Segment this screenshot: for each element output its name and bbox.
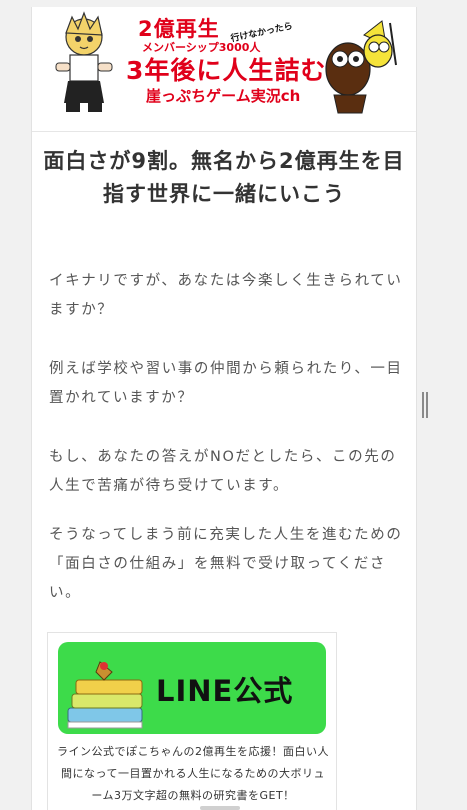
character-right-illustration <box>325 20 397 114</box>
intro-paragraph-1: イキナリですが、あなたは今楽しく生きられていますか？ <box>49 273 403 318</box>
banner-channel-name: 崖っぷちゲーム実況ch <box>146 87 301 105</box>
intro-paragraph-3: もし、あなたの答えがNOだとしたら、この先の人生で苦痛が待ち受けています。 <box>49 449 397 494</box>
banner-main-slogan: 3年後に人生詰む <box>126 56 327 85</box>
intro-paragraph-4: そうなってしまう前に充実した人生を進むための「面白さの仕組み」を無料で受け取って… <box>49 527 403 601</box>
header-banner[interactable]: 2億再生 行けなかったら メンバーシップ3000人 3年後に人生詰む 崖っぷちゲ… <box>50 9 400 117</box>
header-divider <box>32 131 416 132</box>
books-icon <box>67 661 143 729</box>
panel-resize-handle[interactable] <box>422 392 430 418</box>
line-official-button[interactable]: LINE公式 <box>58 642 326 734</box>
page-content: 2億再生 行けなかったら メンバーシップ3000人 3年後に人生詰む 崖っぷちゲ… <box>31 7 417 810</box>
line-official-card: LINE公式 ライン公式でぽこちゃんの2億再生を応援！面白い人間になって一目置か… <box>47 632 337 810</box>
bottom-scroll-indicator <box>200 806 240 810</box>
intro-paragraph-2: 例えば学校や習い事の仲間から頼られたり、一目置かれていますか？ <box>49 361 403 406</box>
page-headline: 面白さが9割。無名から2億再生を目指す世界に一緒にいこう <box>43 149 405 206</box>
line-official-label: LINE公式 <box>156 674 294 708</box>
line-official-description: ライン公式でぽこちゃんの2億再生を応援！面白い人間になって一目置かれる人生になる… <box>57 745 329 802</box>
character-left-illustration <box>55 11 113 112</box>
